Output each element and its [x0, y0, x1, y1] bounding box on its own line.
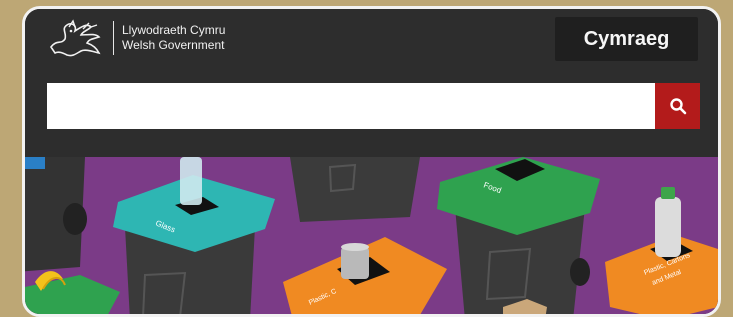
- logo-text: Llywodraeth Cymru Welsh Government: [122, 23, 225, 53]
- search-button[interactable]: [655, 83, 700, 129]
- recycling-bins-illustration: Glass Food Plastic, C Plastic, Cartons a…: [25, 157, 718, 314]
- welsh-government-logo[interactable]: Llywodraeth Cymru Welsh Government: [47, 17, 225, 59]
- search-bar: [47, 83, 700, 129]
- dragon-icon: [50, 19, 101, 57]
- logo-line-welsh: Llywodraeth Cymru: [122, 23, 226, 37]
- logo-divider: [113, 21, 114, 55]
- logo-line-english: Welsh Government: [122, 38, 225, 52]
- search-icon: [669, 98, 686, 115]
- app-frame: Llywodraeth Cymru Welsh Government Cymra…: [22, 6, 721, 317]
- bin-middle-back: [290, 157, 420, 222]
- language-toggle-button[interactable]: Cymraeg: [555, 17, 698, 61]
- search-input[interactable]: [47, 83, 655, 129]
- site-header: Llywodraeth Cymru Welsh Government Cymra…: [25, 9, 718, 157]
- hero-recycling-illustration: Glass Food Plastic, C Plastic, Cartons a…: [25, 157, 718, 314]
- bin-left-dark: [25, 157, 87, 272]
